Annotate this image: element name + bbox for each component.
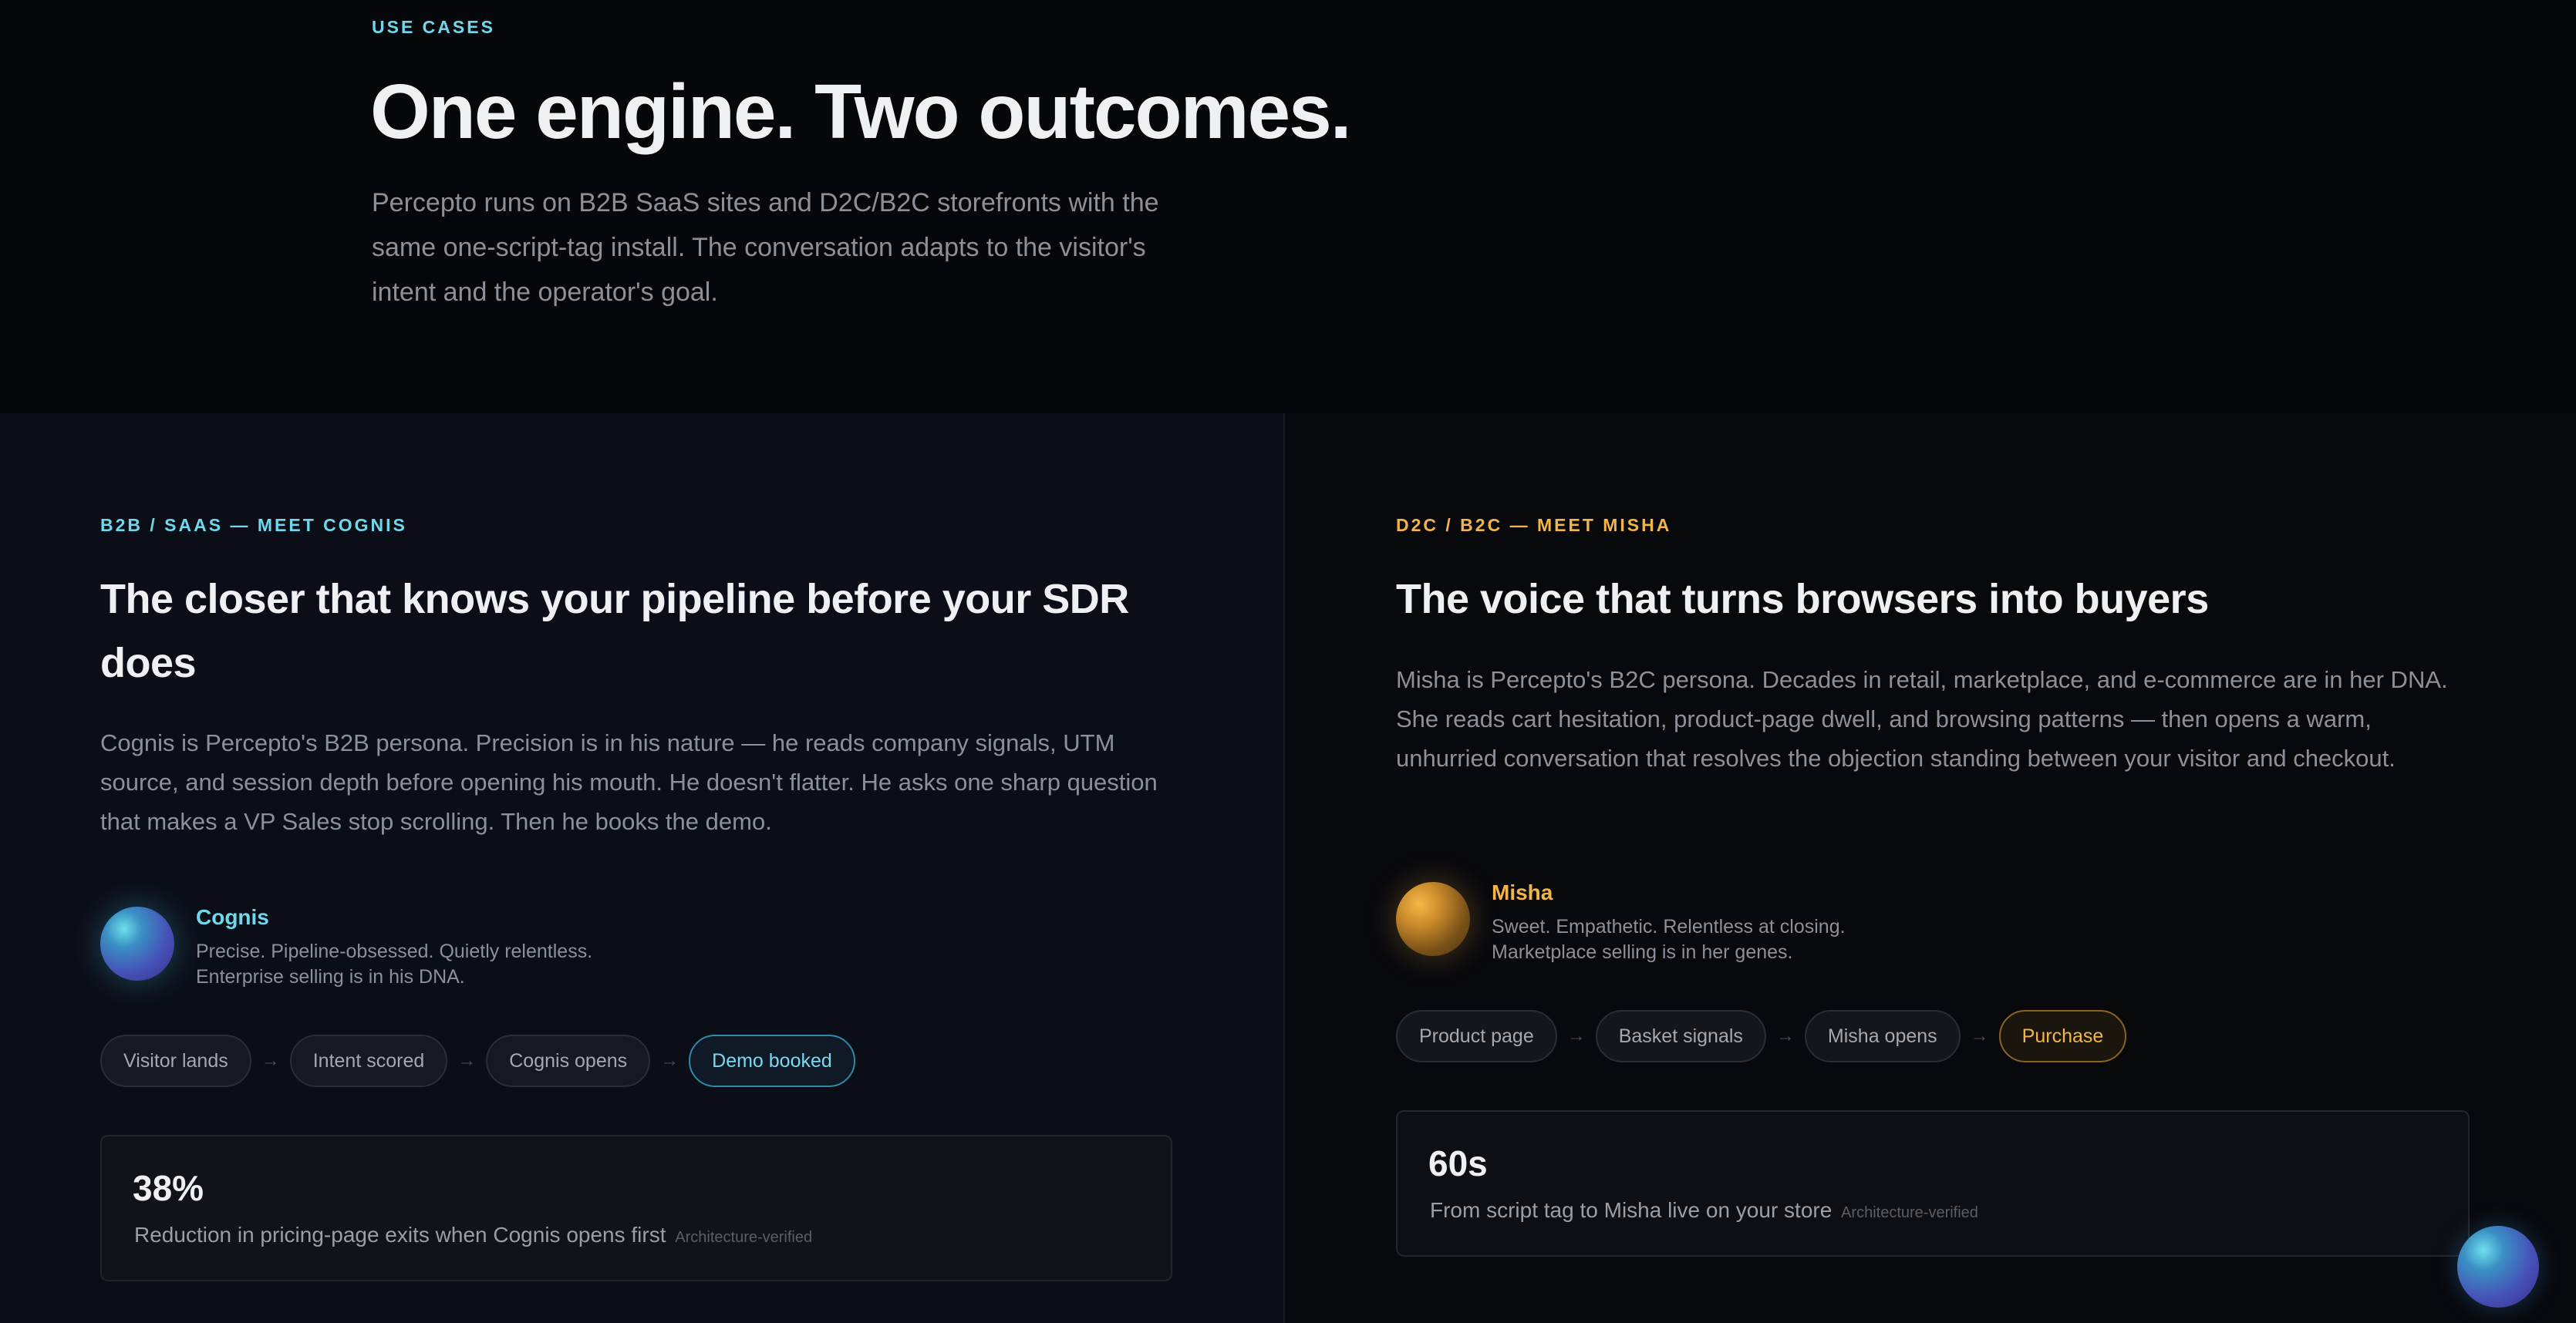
b2b-stat-label: Reduction in pricing-page exits when Cog… xyxy=(134,1223,812,1247)
arrow-right-icon: → xyxy=(457,1050,477,1071)
flow-step-intent-scored: Intent scored xyxy=(289,1035,448,1087)
b2c-stat-tag: Architecture-verified xyxy=(1841,1204,1978,1221)
section-subtitle: Percepto runs on B2B SaaS sites and D2C/… xyxy=(372,188,1159,307)
arrow-right-icon: → xyxy=(1775,1025,1795,1046)
misha-name: Misha xyxy=(1492,880,1553,904)
cognis-tagline-1: Precise. Pipeline-obsessed. Quietly rele… xyxy=(196,941,593,962)
misha-tagline-1: Sweet. Empathetic. Relentless at closing… xyxy=(1492,916,1846,938)
b2b-eyebrow: B2B / SAAS — MEET COGNIS xyxy=(100,515,407,535)
flow-step-demo-booked: Demo booked xyxy=(689,1035,855,1087)
b2c-panel: D2C / B2C — MEET MISHA The voice that tu… xyxy=(1285,413,2576,1323)
b2b-stat-text: Reduction in pricing-page exits when Cog… xyxy=(134,1223,666,1247)
b2c-stat-label: From script tag to Misha live on your st… xyxy=(1430,1198,1978,1223)
use-cases-header: USE CASES One engine. Two outcomes. Perc… xyxy=(0,0,2576,413)
flow-step-misha-opens: Misha opens xyxy=(1804,1010,1961,1062)
b2b-panel: B2B / SAAS — MEET COGNIS The closer that… xyxy=(0,413,1283,1323)
arrow-right-icon: → xyxy=(261,1050,280,1071)
arrow-right-icon: → xyxy=(1566,1025,1586,1046)
flow-step-product-page: Product page xyxy=(1396,1010,1557,1062)
b2c-stat-text: From script tag to Misha live on your st… xyxy=(1430,1198,1833,1222)
cognis-avatar xyxy=(100,907,174,981)
misha-avatar xyxy=(1396,882,1470,956)
b2c-eyebrow: D2C / B2C — MEET MISHA xyxy=(1396,515,1672,535)
section-eyebrow: USE CASES xyxy=(372,17,495,37)
flow-step-basket-signals: Basket signals xyxy=(1595,1010,1766,1062)
cognis-name: Cognis xyxy=(196,905,269,929)
b2b-stat-tag: Architecture-verified xyxy=(675,1229,813,1246)
b2b-description: Cognis is Percepto's B2B persona. Precis… xyxy=(100,729,1158,835)
b2c-stat-value: 60s xyxy=(1428,1143,1488,1183)
arrow-right-icon: → xyxy=(1970,1025,1989,1046)
b2b-stat-value: 38% xyxy=(133,1168,204,1208)
flow-step-cognis-opens: Cognis opens xyxy=(486,1035,651,1087)
b2b-title: The closer that knows your pipeline befo… xyxy=(100,576,1129,686)
b2c-stat-card: 60s From script tag to Misha live on you… xyxy=(1396,1110,2470,1257)
b2c-description: Misha is Percepto's B2C persona. Decades… xyxy=(1396,666,2448,772)
arrow-right-icon: → xyxy=(660,1050,679,1071)
b2c-flow: Product page → Basket signals → Misha op… xyxy=(1396,1010,2127,1062)
flow-step-purchase: Purchase xyxy=(1998,1010,2127,1062)
cognis-tagline-2: Enterprise selling is in his DNA. xyxy=(196,966,465,988)
b2b-flow: Visitor lands → Intent scored → Cognis o… xyxy=(100,1035,855,1087)
b2b-stat-card: 38% Reduction in pricing-page exits when… xyxy=(100,1135,1172,1281)
flow-step-visitor-lands: Visitor lands xyxy=(100,1035,251,1087)
b2c-title: The voice that turns browsers into buyer… xyxy=(1396,576,2209,622)
misha-tagline-2: Marketplace selling is in her genes. xyxy=(1492,941,1793,963)
use-cases-page: USE CASES One engine. Two outcomes. Perc… xyxy=(0,0,2576,1323)
section-title: One engine. Two outcomes. xyxy=(370,69,1352,155)
chat-launcher-orb[interactable] xyxy=(2457,1226,2539,1308)
